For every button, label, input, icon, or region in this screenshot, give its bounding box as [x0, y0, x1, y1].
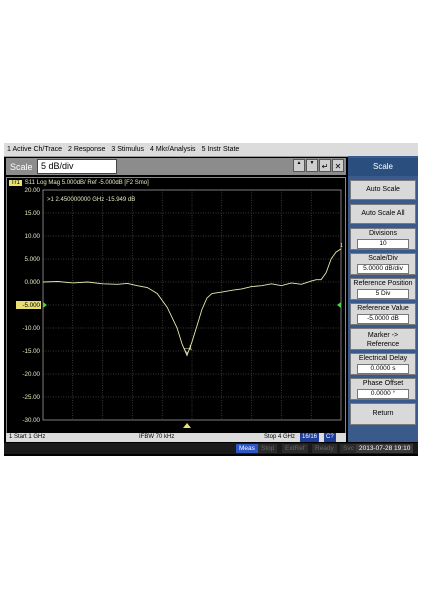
instrument-status-bar: Meas Stop ExtRef Ready Svc 2013-07-28 19… [4, 443, 418, 454]
enter-icon[interactable]: ↵ [319, 159, 331, 172]
y-tick-label: 20.00 [25, 187, 41, 194]
scale-div-value: 5.0000 dB/div [357, 264, 409, 274]
reference-position-button[interactable]: Reference Position 5 Div [350, 278, 416, 300]
start-freq: 1 Start 1 GHz [9, 434, 46, 440]
return-button[interactable]: Return [350, 403, 416, 425]
scale-div-label: Scale/Div [368, 255, 398, 262]
divisions-value: 10 [357, 239, 409, 249]
entry-bar: Scale 5 dB/div ▲ ▼ ↵ ✕ [6, 158, 346, 175]
y-tick-label: 5.000 [25, 256, 41, 263]
electrical-delay-value: 0.0000 s [357, 364, 409, 374]
y-tick-label: 0.000 [25, 279, 41, 286]
trace-header-text: S11 Log Mag 5.000dB/ Ref -5.000dB [F2 Sm… [24, 180, 149, 186]
stop-indicator: Stop [258, 444, 278, 453]
softkey-title: Scale [348, 158, 418, 176]
menu-response[interactable]: 2 Response [65, 146, 108, 153]
meas-indicator: Meas [236, 444, 258, 453]
marker-reference-button[interactable]: Marker -> Reference [350, 328, 416, 350]
svc-indicator: Svc [340, 444, 357, 453]
electrical-delay-label: Electrical Delay [358, 355, 408, 362]
sweep-count-badge: 16/16 [300, 433, 320, 442]
reference-position-label: Reference Position [353, 280, 413, 287]
electrical-delay-button[interactable]: Electrical Delay 0.0000 s [350, 353, 416, 375]
analyzer-screen: 1 Active Ch/Trace 2 Response 3 Stimulus … [4, 143, 418, 456]
extref-indicator: ExtRef [282, 444, 308, 453]
ready-indicator: Ready [312, 444, 337, 453]
y-tick-label: 10.00 [25, 233, 41, 240]
y-tick-label: -5.000 [22, 302, 40, 309]
stop-freq: Stop 4 GHz [264, 434, 296, 440]
menu-stimulus[interactable]: 3 Stimulus [108, 146, 147, 153]
marker-stimulus-icon [183, 423, 192, 428]
menu-active-ch-trace[interactable]: 1 Active Ch/Trace [4, 146, 65, 153]
trace-chart[interactable]: 20.00 15.00 10.00 5.000 0.000 -5.000 -10.00 -15… [7, 178, 345, 432]
spin-down-icon[interactable]: ▼ [306, 159, 318, 172]
trace-header: Tr1 S11 Log Mag 5.000dB/ Ref -5.000dB [F… [9, 180, 149, 186]
menu-mkr-analysis[interactable]: 4 Mkr/Analysis [147, 146, 199, 153]
auto-scale-button[interactable]: Auto Scale [350, 180, 416, 200]
marker-readout: >1 2.450000000 GHz -15.949 dB [47, 197, 136, 203]
y-tick-label: -25.00 [22, 394, 40, 401]
cal-status-badge: C? [324, 433, 336, 442]
ifbw: IFBW 70 kHz [139, 434, 175, 440]
reference-position-value: 5 Div [357, 289, 409, 299]
menu-instr-state[interactable]: 5 Instr State [199, 146, 243, 153]
reference-value-label: Reference Value [357, 305, 409, 312]
channel-status-bar: 1 Start 1 GHz IFBW 70 kHz Stop 4 GHz 16/… [6, 433, 346, 442]
divisions-button[interactable]: Divisions 10 [350, 228, 416, 250]
entry-controls: ▲ ▼ ↵ ✕ [292, 159, 344, 172]
entry-label: Scale [10, 161, 33, 172]
phase-offset-button[interactable]: Phase Offset 0.0000 ° [350, 378, 416, 400]
close-icon[interactable]: ✕ [332, 159, 344, 172]
scale-div-button[interactable]: Scale/Div 5.0000 dB/div [350, 253, 416, 275]
y-tick-label: 15.00 [25, 210, 41, 217]
scale-entry-field[interactable]: 5 dB/div [37, 159, 117, 174]
divisions-label: Divisions [368, 230, 397, 237]
phase-offset-value: 0.0000 ° [357, 389, 409, 399]
reference-value-button[interactable]: Reference Value -5.0000 dB [350, 303, 416, 325]
auto-scale-all-button[interactable]: Auto Scale All [350, 204, 416, 224]
datetime: 2013-07-28 19:10 [356, 444, 414, 453]
phase-offset-label: Phase Offset [362, 380, 404, 387]
reference-value-value: -5.0000 dB [357, 314, 409, 324]
trace-end-label: 1 [340, 243, 343, 249]
y-tick-label: -30.00 [22, 417, 40, 424]
menu-bar: 1 Active Ch/Trace 2 Response 3 Stimulus … [4, 143, 418, 157]
softkey-panel: Scale Auto Scale Auto Scale All Division… [348, 156, 418, 442]
spin-up-icon[interactable]: ▲ [293, 159, 305, 172]
plot-panel: 20.00 15.00 10.00 5.000 0.000 -5.000 -10.00 -15… [6, 177, 346, 442]
y-tick-label: -15.00 [22, 348, 40, 355]
trace-badge[interactable]: Tr1 [9, 180, 22, 186]
y-tick-label: -20.00 [22, 371, 40, 378]
y-tick-label: -10.00 [22, 325, 40, 332]
